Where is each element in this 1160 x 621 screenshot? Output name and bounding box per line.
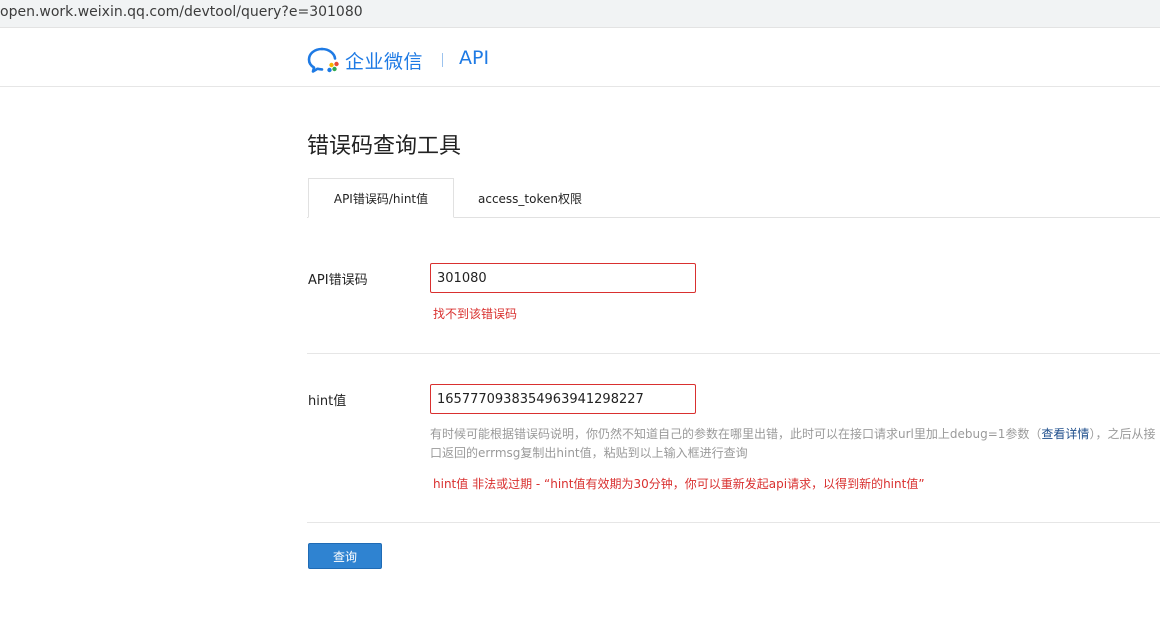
view-details-link[interactable]: 查看详情	[1041, 427, 1089, 441]
errcode-label: API错误码	[308, 273, 368, 288]
site-header: 企业微信 API	[0, 32, 1160, 87]
url-text[interactable]: open.work.weixin.qq.com/devtool/query?e=…	[0, 4, 363, 20]
section-divider	[307, 353, 1160, 354]
brand-api-label[interactable]: API	[459, 47, 489, 69]
page-title: 错误码查询工具	[307, 134, 462, 159]
hint-help-text: 有时候可能根据错误码说明，你仍然不知道自己的参数在哪里出错，此时可以在接口请求u…	[430, 425, 1160, 463]
brand-divider	[442, 53, 443, 67]
tab-access-token[interactable]: access_token权限	[460, 178, 600, 218]
hint-input[interactable]	[430, 384, 696, 414]
section-divider	[307, 522, 1160, 523]
brand-name: 企业微信	[345, 51, 424, 73]
errcode-error-message: 找不到该错误码	[433, 307, 518, 321]
hint-label: hint值	[308, 394, 347, 409]
wework-logo-icon	[307, 47, 339, 73]
query-button[interactable]: 查询	[308, 543, 382, 569]
errcode-input[interactable]	[430, 263, 696, 293]
tab-api-errcode-hint[interactable]: API错误码/hint值	[308, 178, 454, 218]
help-text-before: 有时候可能根据错误码说明，你仍然不知道自己的参数在哪里出错，此时可以在接口请求u…	[430, 427, 1042, 441]
hint-error-message: hint值 非法或过期 - “hint值有效期为30分钟，你可以重新发起api请…	[433, 477, 925, 491]
browser-address-bar[interactable]: open.work.weixin.qq.com/devtool/query?e=…	[0, 0, 1160, 28]
